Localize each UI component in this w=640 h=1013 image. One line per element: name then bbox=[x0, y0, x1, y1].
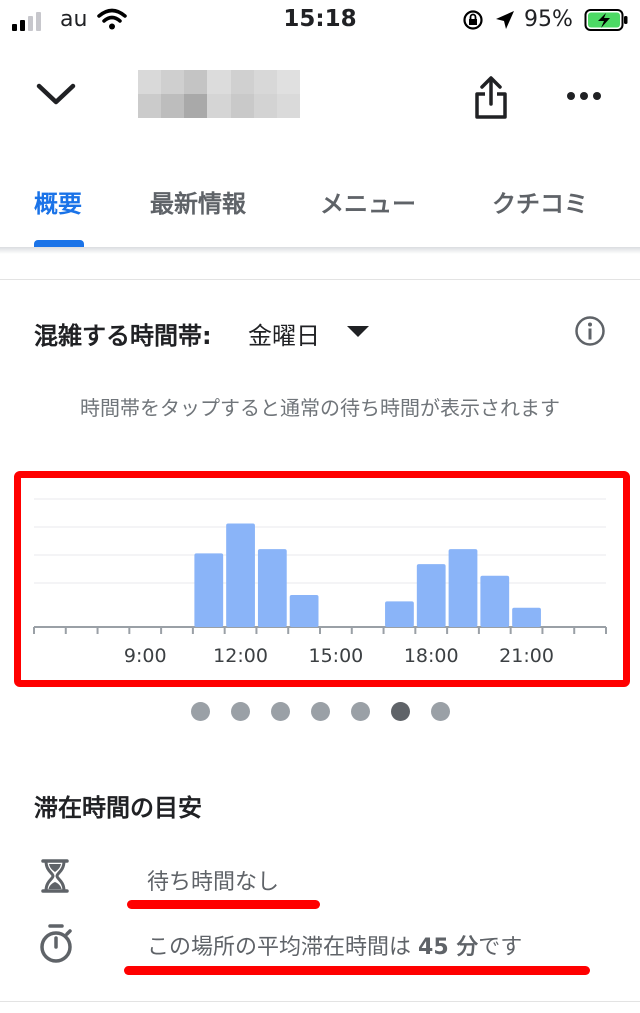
average-stay-value: 45 分 bbox=[418, 935, 479, 960]
page-dot[interactable] bbox=[390, 702, 410, 721]
red-underline-wait bbox=[127, 900, 320, 909]
page-dot[interactable] bbox=[230, 702, 250, 721]
page-dot[interactable] bbox=[270, 702, 290, 721]
page-dot[interactable] bbox=[310, 702, 330, 721]
stopwatch-icon bbox=[40, 924, 72, 963]
section-divider bbox=[0, 1001, 640, 1002]
page-indicator bbox=[0, 702, 640, 721]
page-dot[interactable] bbox=[430, 702, 450, 721]
hourglass-icon bbox=[41, 859, 69, 893]
page-dot[interactable] bbox=[350, 702, 370, 721]
red-underline-stay bbox=[124, 966, 590, 975]
page-dot[interactable] bbox=[190, 702, 210, 721]
average-stay-text: この場所の平均滞在時間は 45 分です bbox=[147, 929, 522, 961]
average-stay-prefix: この場所の平均滞在時間は bbox=[147, 935, 412, 960]
red-highlight-box bbox=[14, 471, 630, 687]
average-stay-suffix: です bbox=[478, 935, 523, 960]
stay-duration-title: 滞在時間の目安 bbox=[34, 794, 202, 822]
wait-time-text: 待ち時間なし bbox=[147, 870, 280, 895]
